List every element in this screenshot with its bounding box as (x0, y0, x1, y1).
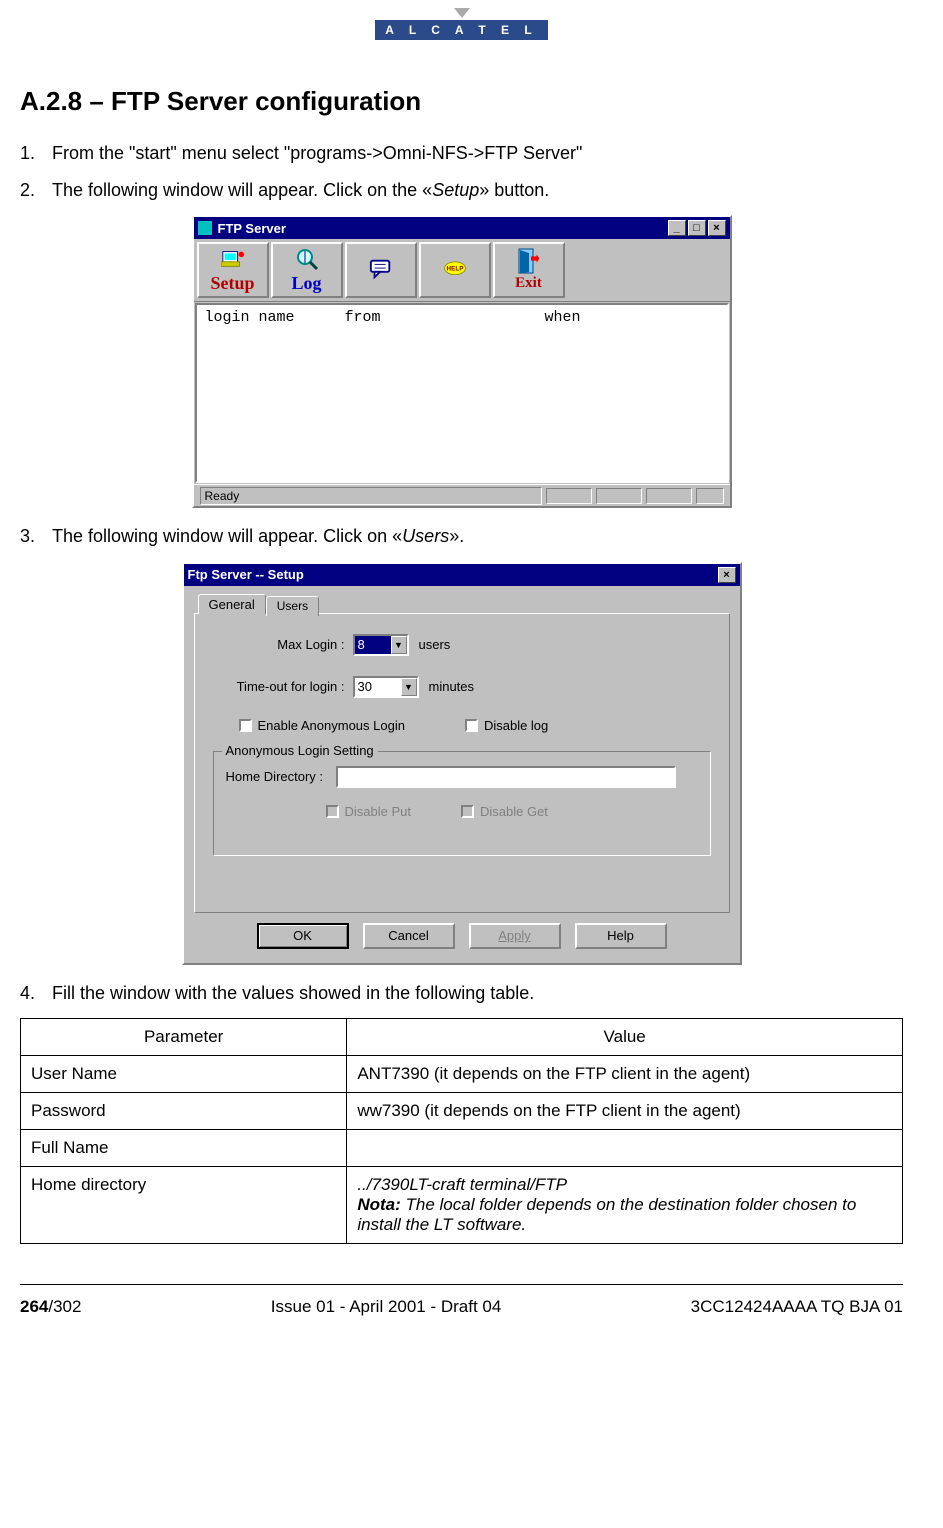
step-3: 3. The following window will appear. Cli… (20, 524, 903, 549)
exit-icon (517, 249, 541, 273)
titlebar: Ftp Server -- Setup × (184, 564, 740, 586)
enable-anonymous-checkbox[interactable]: Enable Anonymous Login (239, 718, 405, 733)
th-parameter: Parameter (21, 1018, 347, 1055)
tab-users[interactable]: Users (266, 596, 319, 616)
titlebar: FTP Server _ □ × (194, 217, 730, 239)
maxlogin-input[interactable] (355, 636, 391, 654)
parameters-table: Parameter Value User Name ANT7390 (it de… (20, 1018, 903, 1244)
brand-logo: A L C A T E L (20, 0, 903, 46)
dropdown-icon[interactable]: ▼ (401, 678, 417, 696)
magnifier-icon (295, 247, 319, 271)
tab-general[interactable]: General (198, 594, 266, 614)
table-row: User Name ANT7390 (it depends on the FTP… (21, 1055, 903, 1092)
anonymous-group: Anonymous Login Setting Home Directory :… (213, 751, 711, 856)
col-from: from (345, 309, 545, 326)
timeout-input[interactable] (355, 678, 401, 696)
app-icon (198, 221, 212, 235)
step-4: 4. Fill the window with the values showe… (20, 981, 903, 1006)
table-row: Password ww7390 (it depends on the FTP c… (21, 1092, 903, 1129)
th-value: Value (347, 1018, 903, 1055)
general-panel: Max Login : ▼ users Time-out for login :… (194, 613, 730, 913)
setup-dialog: Ftp Server -- Setup × General Users Max … (182, 562, 742, 965)
col-when: when (545, 309, 581, 326)
maxlogin-label: Max Login : (213, 637, 353, 652)
minimize-button[interactable]: _ (668, 220, 686, 236)
help-button[interactable]: HELP (419, 242, 491, 298)
timeout-unit: minutes (429, 679, 475, 694)
col-login: login name (205, 309, 345, 326)
step-2: 2. The following window will appear. Cli… (20, 178, 903, 203)
timeout-combo[interactable]: ▼ (353, 676, 419, 698)
setup-icon (221, 247, 245, 271)
log-button[interactable]: Log (271, 242, 343, 298)
table-row: Full Name (21, 1129, 903, 1166)
home-dir-label: Home Directory : (226, 769, 336, 784)
page-footer: 264/302 Issue 01 - April 2001 - Draft 04… (20, 1284, 903, 1337)
disable-put-checkbox: Disable Put (326, 804, 411, 819)
toolbar: Setup Log HELP (194, 239, 730, 302)
ftp-server-window: FTP Server _ □ × Setup Log (192, 215, 732, 508)
dropdown-icon[interactable]: ▼ (391, 636, 407, 654)
close-button[interactable]: × (708, 220, 726, 236)
maxlogin-combo[interactable]: ▼ (353, 634, 409, 656)
setup-button[interactable]: Setup (197, 242, 269, 298)
apply-button: Apply (469, 923, 561, 949)
connection-list: login name from when (195, 303, 729, 483)
maxlogin-unit: users (419, 637, 451, 652)
disable-log-checkbox[interactable]: Disable log (465, 718, 548, 733)
step-1: 1. From the "start" menu select "program… (20, 141, 903, 166)
speech-icon (369, 257, 393, 281)
disable-get-checkbox: Disable Get (461, 804, 548, 819)
exit-button[interactable]: Exit (493, 242, 565, 298)
svg-text:HELP: HELP (446, 266, 464, 273)
timeout-label: Time-out for login : (213, 679, 353, 694)
help-icon: HELP (443, 257, 467, 281)
page-title: A.2.8 – FTP Server configuration (20, 86, 903, 117)
ok-button[interactable]: OK (257, 923, 349, 949)
window-title: FTP Server (218, 221, 286, 236)
dialog-title: Ftp Server -- Setup (188, 567, 304, 582)
close-button[interactable]: × (718, 567, 736, 583)
maximize-button[interactable]: □ (688, 220, 706, 236)
table-row: Home directory ../7390LT-craft terminal/… (21, 1166, 903, 1243)
help-button[interactable]: Help (575, 923, 667, 949)
home-dir-input[interactable] (336, 766, 676, 788)
message-button[interactable] (345, 242, 417, 298)
statusbar: Ready (194, 484, 730, 506)
cancel-button[interactable]: Cancel (363, 923, 455, 949)
